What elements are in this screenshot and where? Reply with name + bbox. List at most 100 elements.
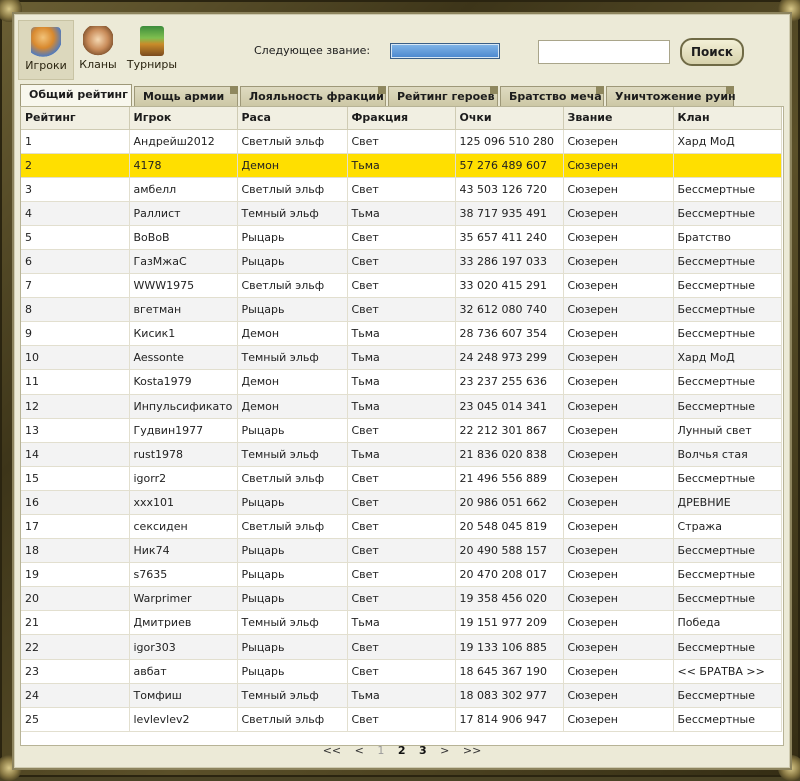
tab-hero-rating[interactable]: Рейтинг героев <box>388 86 498 106</box>
table-row[interactable]: 12 Инпульсификато Демон Тьма 23 045 014 341 С… <box>21 394 782 419</box>
cell-faction: Свет <box>347 586 456 612</box>
cell-points: 35 657 411 240 <box>455 225 564 250</box>
table-row[interactable]: 9 Кисик1 Демон Тьма 28 736 607 354 Сюзерен Бес… <box>21 321 782 347</box>
tab-brotherhood-sword[interactable]: Братство меча <box>500 86 604 106</box>
table-row[interactable]: 19 s7635 Рыцарь Свет 20 470 208 017 Сюзерен Бе… <box>21 562 782 588</box>
cell-title: Сюзерен <box>563 707 674 732</box>
cell-rating: 5 <box>21 225 130 250</box>
tab-label: Братство меча <box>509 90 602 103</box>
cell-faction: Свет <box>347 634 456 660</box>
cell-faction: Тьма <box>347 610 456 636</box>
table-row[interactable]: 20 Warprimer Рыцарь Свет 19 358 456 020 Сюзер… <box>21 586 782 612</box>
column-header-race[interactable]: Раса <box>237 107 348 130</box>
cell-clan: Стража <box>673 514 782 540</box>
cell-race: Рыцарь <box>237 586 348 612</box>
cell-rating: 23 <box>21 659 130 684</box>
pagination-page-1: 1 <box>377 744 385 757</box>
pagination-prev-link[interactable]: < <box>350 744 369 757</box>
table-row[interactable]: 13 Гудвин1977 Рыцарь Свет 22 212 301 867 Сюзе… <box>21 418 782 443</box>
column-header-rating[interactable]: Рейтинг <box>21 107 130 130</box>
cell-title: Сюзерен <box>563 466 674 491</box>
cell-rating: 19 <box>21 562 130 588</box>
table-row[interactable]: 5 ВоВоВ Рыцарь Свет 35 657 411 240 Сюзерен Бра… <box>21 225 782 250</box>
column-header-faction[interactable]: Фракция <box>347 107 456 130</box>
table-row[interactable]: 3 амбелл Светлый эльф Свет 43 503 126 720 Сюз… <box>21 177 782 202</box>
cell-faction: Свет <box>347 177 456 202</box>
cell-faction: Свет <box>347 707 456 732</box>
cell-player: rust1978 <box>129 442 238 467</box>
column-header-points[interactable]: Очки <box>455 107 564 130</box>
cell-clan: << БРАТВА >> <box>673 659 782 684</box>
cell-points: 19 358 456 020 <box>455 586 564 612</box>
tab-corner <box>230 86 238 94</box>
tab-ruin-destruction[interactable]: Уничтожение руин <box>606 86 736 106</box>
table-row[interactable]: 22 igor303 Рыцарь Свет 19 133 106 885 Сюзерен… <box>21 634 782 660</box>
cell-rating: 21 <box>21 610 130 636</box>
cell-player: igorr2 <box>129 466 238 491</box>
cell-rating: 1 <box>21 129 130 154</box>
cell-clan: Братство <box>673 225 782 250</box>
nav-tournaments-button[interactable]: Турниры <box>124 20 180 80</box>
pagination-first-link[interactable]: << <box>318 744 346 757</box>
table-row[interactable]: 2 4178 Демон Тьма 57 276 489 607 Сюзерен <box>21 153 782 178</box>
table-row[interactable]: 16 xxx101 Рыцарь Свет 20 986 051 662 Сюзерен Д… <box>21 490 782 516</box>
cell-player: s7635 <box>129 562 238 588</box>
table-row[interactable]: 24 Томфиш Темный эльф Тьма 18 083 302 977 Сюз… <box>21 683 782 708</box>
pagination-next-link[interactable]: > <box>435 744 454 757</box>
tab-army-power[interactable]: Мощь армии <box>134 86 238 106</box>
cell-faction: Свет <box>347 659 456 684</box>
search-button[interactable]: Поиск <box>680 38 744 66</box>
table-row[interactable]: 23 авбат Рыцарь Свет 18 645 367 190 Сюзерен <<… <box>21 659 782 684</box>
table-row[interactable]: 17 сексиден Светлый эльф Свет 20 548 045 819… <box>21 514 782 540</box>
table-row[interactable]: 11 Kosta1979 Демон Тьма 23 237 255 636 Сюзере… <box>21 369 782 395</box>
tab-faction-loyalty[interactable]: Лояльность фракции <box>240 86 386 106</box>
column-header-clan[interactable]: Клан <box>673 107 782 130</box>
tab-corner <box>596 86 604 94</box>
pagination-page-2[interactable]: 2 <box>393 744 411 757</box>
table-row[interactable]: 7 WWW1975 Светлый эльф Свет 33 020 415 291 Сю… <box>21 273 782 299</box>
table-row[interactable]: 21 Дмитриев Темный эльф Тьма 19 151 977 209 С… <box>21 610 782 636</box>
top-bar: Игроки Кланы Турниры Следующее звание: П… <box>14 14 790 82</box>
cell-rating: 14 <box>21 442 130 467</box>
cell-player: Гудвин1977 <box>129 418 238 443</box>
column-header-player[interactable]: Игрок <box>129 107 238 130</box>
cell-points: 32 612 080 740 <box>455 297 564 323</box>
cell-title: Сюзерен <box>563 369 674 395</box>
cell-race: Темный эльф <box>237 201 348 226</box>
cell-player: Kosta1979 <box>129 369 238 395</box>
window-frame: Игроки Кланы Турниры Следующее звание: П… <box>0 0 800 781</box>
cell-rating: 12 <box>21 394 130 419</box>
pagination-last-link[interactable]: >> <box>458 744 486 757</box>
column-header-title[interactable]: Звание <box>563 107 674 130</box>
table-row[interactable]: 8 вгетман Рыцарь Свет 32 612 080 740 Сюзерен Б… <box>21 297 782 323</box>
cell-points: 18 645 367 190 <box>455 659 564 684</box>
table-row[interactable]: 6 ГазМжаС Рыцарь Свет 33 286 197 033 Сюзерен Б… <box>21 249 782 275</box>
cell-title: Сюзерен <box>563 634 674 660</box>
cell-race: Светлый эльф <box>237 177 348 202</box>
tab-general-rating[interactable]: Общий рейтинг <box>20 84 132 107</box>
nav-clans-button[interactable]: Кланы <box>70 20 126 80</box>
cell-rating: 15 <box>21 466 130 491</box>
nav-players-button[interactable]: Игроки <box>18 20 74 80</box>
rating-table-container[interactable]: Рейтинг Игрок Раса Фракция Очки Звание К… <box>20 106 784 746</box>
cell-player: Инпульсификато <box>129 394 238 419</box>
cell-race: Рыцарь <box>237 562 348 588</box>
cell-title: Сюзерен <box>563 129 674 154</box>
cell-points: 33 020 415 291 <box>455 273 564 299</box>
table-row[interactable]: 18 Ник74 Рыцарь Свет 20 490 588 157 Сюзерен Бе… <box>21 538 782 564</box>
table-row[interactable]: 14 rust1978 Темный эльф Тьма 21 836 020 838 С… <box>21 442 782 467</box>
cell-player: ГазМжаС <box>129 249 238 275</box>
cell-race: Рыцарь <box>237 659 348 684</box>
players-icon <box>31 27 61 57</box>
table-row[interactable]: 4 Раллист Темный эльф Тьма 38 717 935 491 Сюз… <box>21 201 782 226</box>
clans-icon <box>83 26 113 56</box>
cell-rating: 7 <box>21 273 130 299</box>
table-row[interactable]: 1 Андрейш2012 Светлый эльф Свет 125 096 510 … <box>21 129 782 154</box>
table-row[interactable]: 25 levlevlev2 Светлый эльф Свет 17 814 906 9… <box>21 707 782 732</box>
table-row[interactable]: 10 Aessonte Темный эльф Тьма 24 248 973 299 С… <box>21 345 782 371</box>
pagination-page-3[interactable]: 3 <box>414 744 432 757</box>
next-rank-progress-bar <box>390 43 500 59</box>
table-row[interactable]: 15 igorr2 Светлый эльф Свет 21 496 556 889 Сю… <box>21 466 782 491</box>
cell-clan: Бессмертные <box>673 369 782 395</box>
search-input[interactable] <box>538 40 670 64</box>
